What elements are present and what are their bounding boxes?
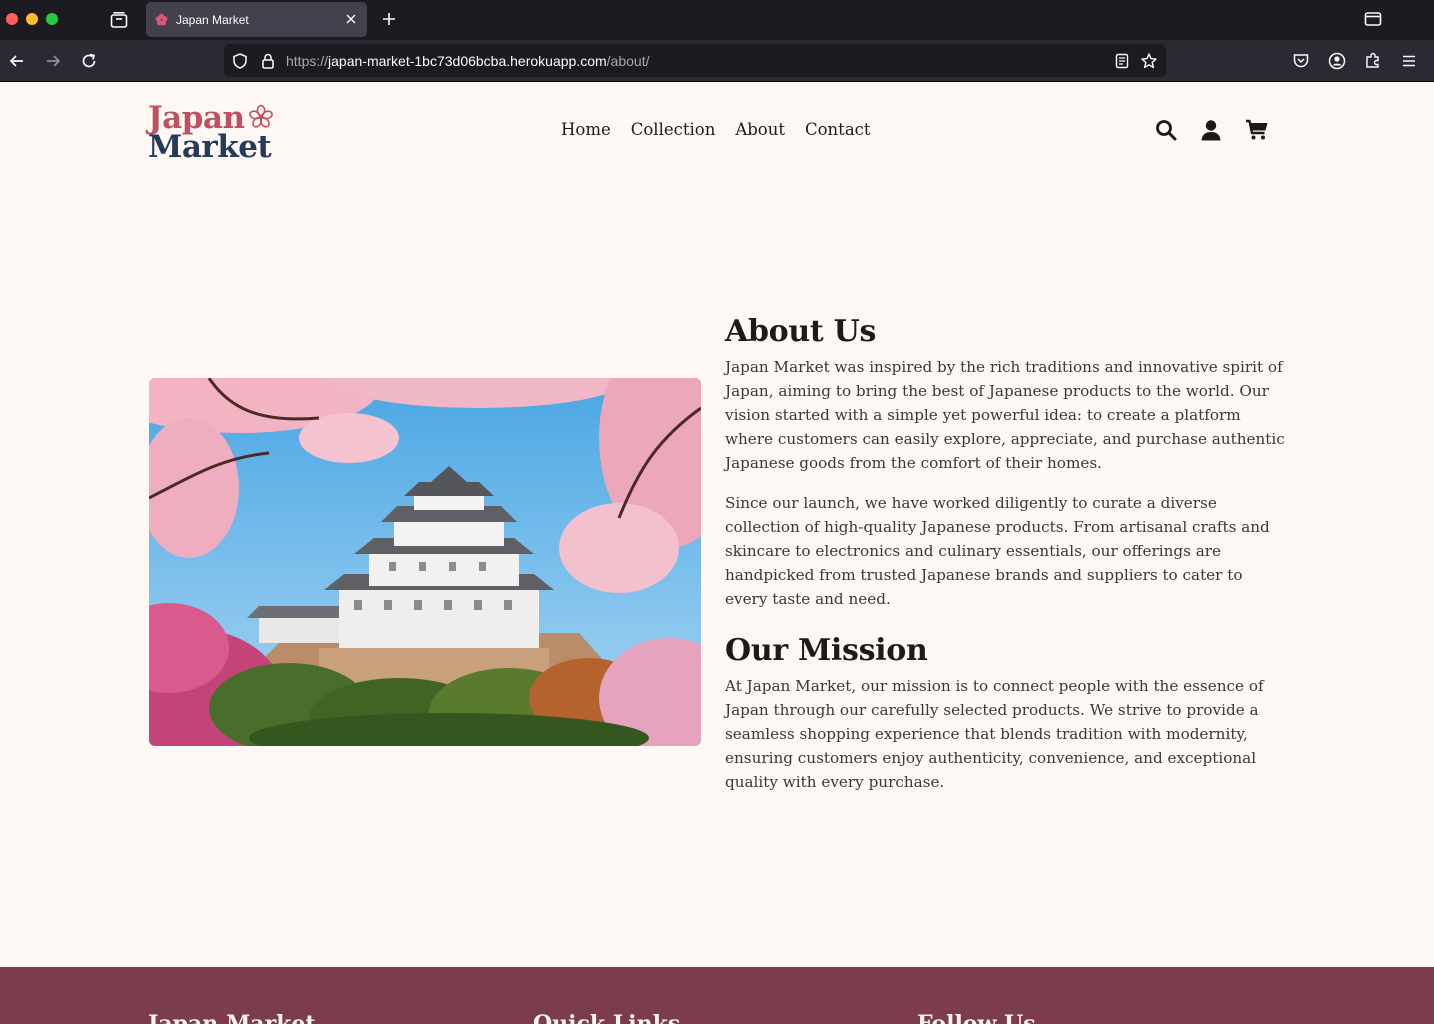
- search-icon[interactable]: [1154, 118, 1178, 142]
- nav-collection-link[interactable]: Collection: [631, 120, 716, 139]
- url-text[interactable]: https://japan-market-1bc73d06bcba.heroku…: [286, 53, 649, 69]
- tracking-shield-icon[interactable]: [231, 52, 249, 70]
- footer-follow-us-title: Follow Us: [917, 1011, 1036, 1024]
- lock-icon[interactable]: [259, 52, 277, 70]
- maximize-window-button[interactable]: [46, 13, 58, 25]
- nav-contact-link[interactable]: Contact: [805, 120, 871, 139]
- browser-navbar: https://japan-market-1bc73d06bcba.heroku…: [0, 40, 1434, 82]
- close-window-button[interactable]: [6, 13, 18, 25]
- new-tab-icon[interactable]: [380, 10, 398, 28]
- castle-illustration: [149, 378, 701, 746]
- browser-titlebar: Japan Market: [0, 0, 1434, 40]
- page-viewport: Japan Market Home Collection About Conta…: [0, 82, 1434, 1024]
- forward-arrow-icon[interactable]: [43, 51, 63, 71]
- bookmark-star-icon[interactable]: [1140, 52, 1158, 70]
- back-arrow-icon[interactable]: [7, 51, 27, 71]
- sakura-flower-icon: [249, 104, 273, 128]
- about-paragraph-1: Japan Market was inspired by the rich tr…: [725, 358, 1285, 472]
- url-path: /about/: [606, 53, 650, 69]
- window-menu-icon[interactable]: [1364, 11, 1382, 27]
- about-paragraph-2: Since our launch, we have worked diligen…: [725, 494, 1270, 608]
- main-navigation: Home Collection About Contact: [561, 120, 871, 139]
- about-content: About Us Japan Market was inspired by th…: [725, 314, 1285, 810]
- app-menu-icon[interactable]: [1399, 51, 1419, 71]
- tab-overview-icon[interactable]: [109, 10, 129, 30]
- mission-paragraph: At Japan Market, our mission is to conne…: [725, 677, 1264, 791]
- url-scheme: https://: [286, 53, 329, 69]
- mission-heading: Our Mission: [725, 633, 928, 668]
- about-heading: About Us: [725, 314, 877, 349]
- footer-brand-title: Japan Market: [148, 1011, 316, 1024]
- minimize-window-button[interactable]: [26, 13, 38, 25]
- extensions-puzzle-icon[interactable]: [1363, 51, 1383, 71]
- site-logo[interactable]: Japan Market: [148, 100, 288, 165]
- tab-title: Japan Market: [176, 13, 249, 27]
- close-tab-icon[interactable]: [343, 11, 359, 27]
- account-icon[interactable]: [1327, 51, 1347, 71]
- logo-text-market: Market: [148, 129, 272, 165]
- browser-tab-active[interactable]: Japan Market: [146, 2, 367, 37]
- sakura-favicon-icon: [155, 13, 168, 26]
- reader-view-icon[interactable]: [1113, 52, 1131, 70]
- address-bar[interactable]: https://japan-market-1bc73d06bcba.heroku…: [224, 44, 1166, 77]
- nav-about-link[interactable]: About: [735, 120, 785, 139]
- himeji-castle-image: [149, 378, 701, 746]
- reload-icon[interactable]: [79, 51, 99, 71]
- pocket-icon[interactable]: [1291, 51, 1311, 71]
- shopping-cart-icon[interactable]: [1245, 118, 1269, 142]
- footer-quick-links-title: Quick Links: [533, 1011, 681, 1024]
- nav-home-link[interactable]: Home: [561, 120, 611, 139]
- user-account-icon[interactable]: [1199, 118, 1223, 142]
- url-host: japan-market-1bc73d06bcba.herokuapp.com: [328, 53, 607, 69]
- site-footer: Japan Market Quick Links Follow Us: [0, 967, 1434, 1024]
